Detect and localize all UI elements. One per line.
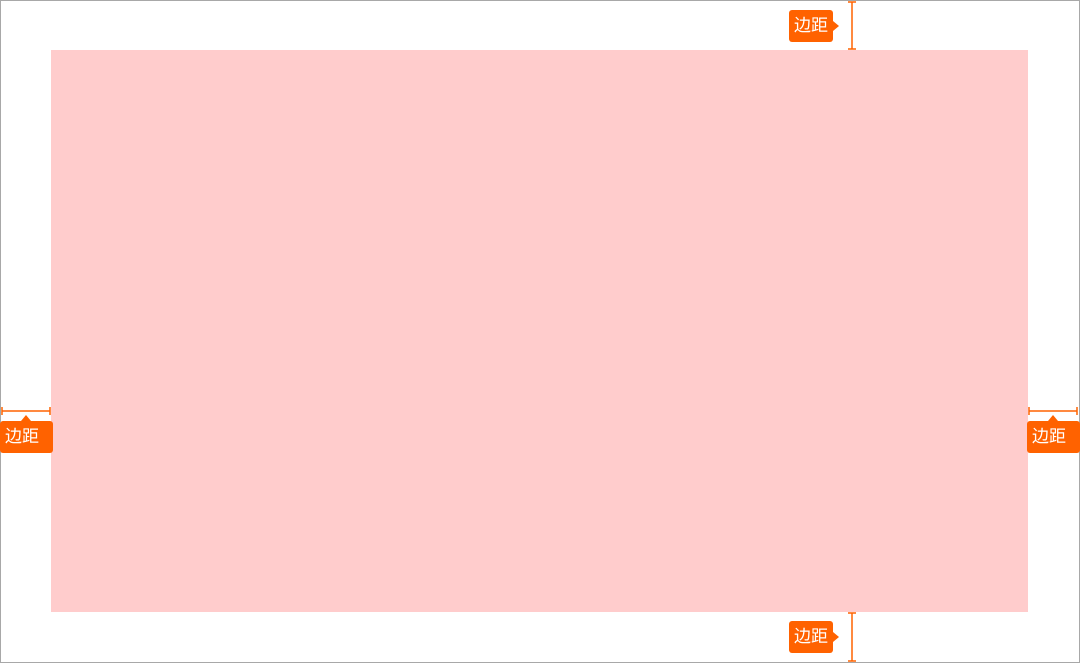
left-margin-label: 边距	[0, 415, 53, 453]
content-box	[51, 50, 1028, 612]
top-margin-label: 边距	[789, 10, 839, 42]
bottom-margin-label: 边距	[789, 621, 839, 653]
right-margin-label: 边距	[1027, 415, 1080, 453]
